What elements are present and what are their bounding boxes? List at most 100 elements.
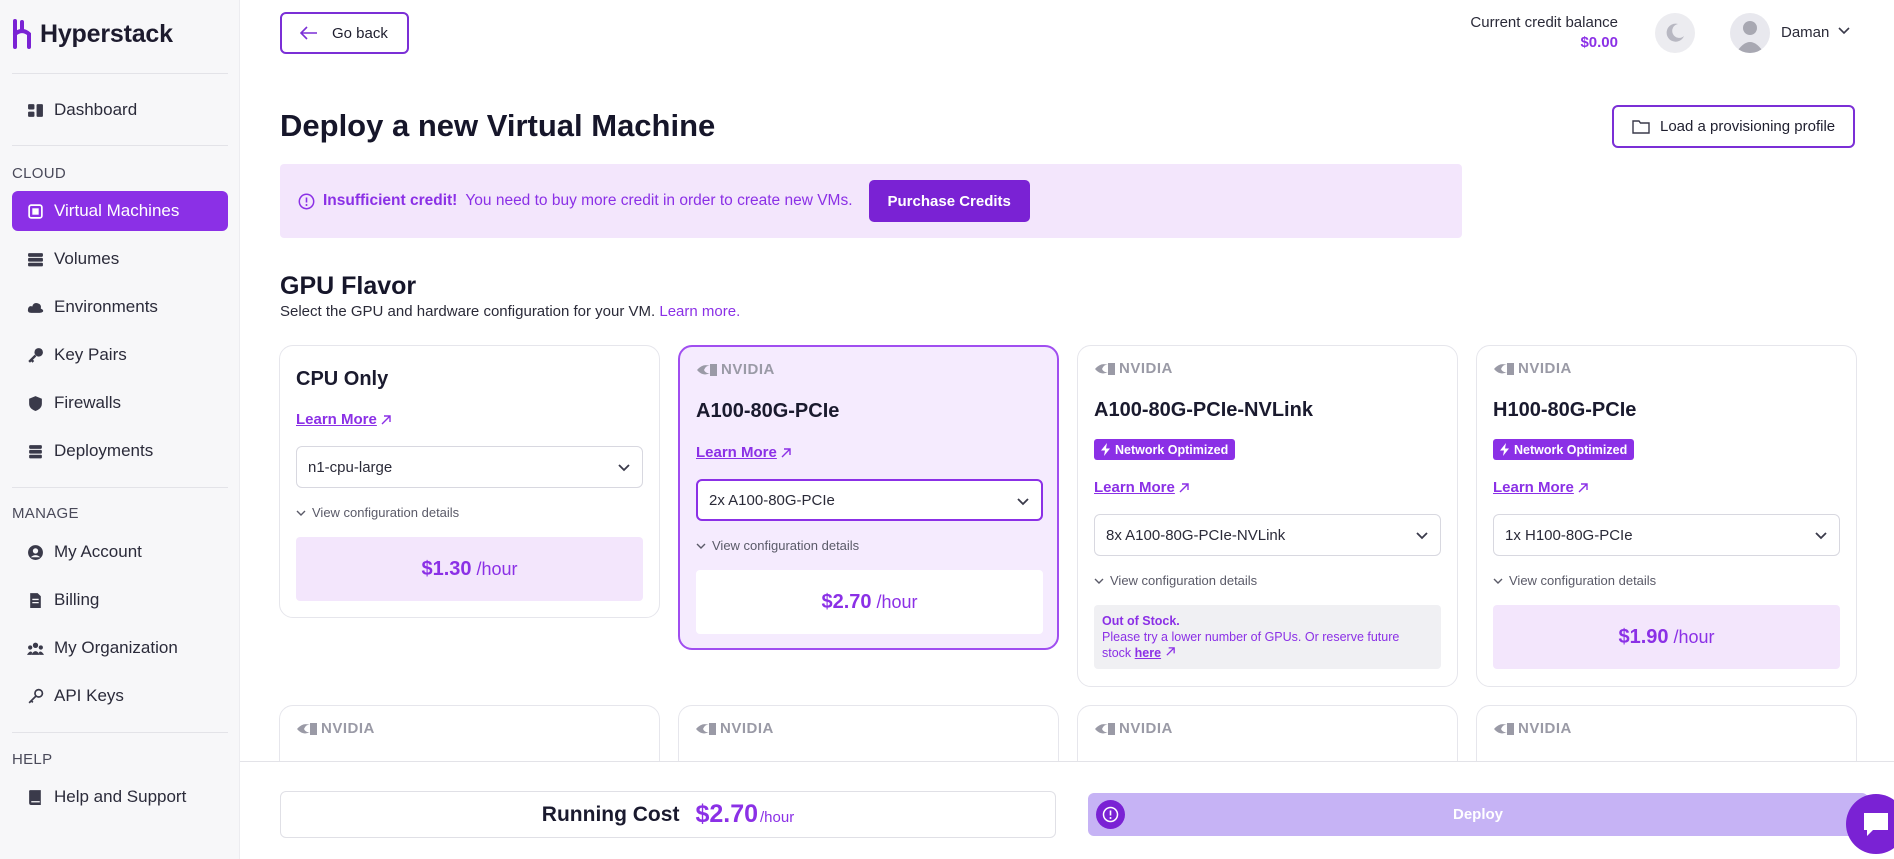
gpu-flavor-subtitle-text: Select the GPU and hardware configuratio… (280, 303, 656, 320)
alert-title: Insufficient credit! (323, 192, 458, 209)
purchase-credits-button[interactable]: Purchase Credits (868, 180, 1030, 222)
sidebar-item-dashboard[interactable]: Dashboard (12, 90, 228, 130)
price-box: $1.90 /hour (1493, 605, 1840, 669)
running-cost: Running Cost $2.70 /hour (280, 791, 1056, 838)
nvidia-eye-icon (1095, 362, 1115, 375)
view-configuration-details-toggle[interactable]: View configuration details (1094, 573, 1257, 588)
cloud-icon (26, 298, 44, 316)
sidebar-item-environments[interactable]: Environments (12, 287, 228, 327)
flavor-select-value: 2x A100-80G-PCIe (709, 491, 835, 509)
nvidia-logo: NVIDIA (1094, 360, 1173, 377)
sidebar-section-title: CLOUD (12, 165, 67, 182)
nvidia-eye-icon (696, 722, 716, 735)
view-configuration-details-label: View configuration details (1110, 573, 1258, 588)
sidebar-item-firewalls[interactable]: Firewalls (12, 383, 228, 423)
chevron-down-icon (296, 510, 306, 516)
sidebar-item-api-keys[interactable]: API Keys (12, 676, 228, 716)
sidebar-item-label: Environments (54, 297, 158, 316)
reserve-stock-link[interactable]: here (1135, 646, 1161, 660)
price-value: $1.30 (421, 557, 472, 580)
sidebar-item-my-organization[interactable]: My Organization (12, 628, 228, 668)
sidebar-item-label: API Keys (54, 686, 124, 705)
flavor-title: CPU Only (296, 368, 389, 390)
flavor-title: A100-80G-PCIe-NVLink (1094, 399, 1313, 421)
flavor-card-h100-80g-pcie[interactable]: NVIDIA H100-80G-PCIe Network Optimized L… (1476, 345, 1857, 687)
deploy-button[interactable]: Deploy (1088, 793, 1868, 836)
external-link-icon (1179, 482, 1189, 492)
vendor-name: NVIDIA (1119, 720, 1173, 737)
dashboard-icon (26, 101, 44, 119)
nvidia-logo: NVIDIA (296, 720, 375, 737)
user-avatar-icon (1736, 21, 1764, 53)
team-icon (26, 639, 44, 657)
view-configuration-details-toggle[interactable]: View configuration details (296, 505, 459, 520)
out-of-stock-message-cont: stock (1102, 646, 1132, 660)
folder-icon (1632, 120, 1650, 134)
running-cost-label: Running Cost (541, 802, 680, 826)
load-provisioning-profile-label: Load a provisioning profile (1660, 118, 1836, 135)
shield-icon (26, 394, 44, 412)
learn-more-link[interactable]: Learn More (696, 444, 792, 461)
brand-logo[interactable]: Hyperstack (12, 17, 173, 51)
price-box: $2.70 /hour (696, 570, 1043, 634)
avatar[interactable] (1730, 13, 1770, 53)
learn-more-link[interactable]: Learn More (296, 411, 392, 428)
book-icon (26, 788, 44, 806)
alert-circle-icon (1096, 800, 1125, 829)
sidebar-item-my-account[interactable]: My Account (12, 532, 228, 572)
lightning-icon (1500, 443, 1509, 456)
learn-more-link[interactable]: Learn More (1493, 479, 1589, 496)
flavor-select[interactable]: 2x A100-80G-PCIe (696, 479, 1043, 521)
flavor-select-value: 1x H100-80G-PCIe (1505, 526, 1633, 544)
sidebar-item-virtual-machines[interactable]: Virtual Machines (12, 191, 228, 231)
sidebar-divider (12, 487, 228, 488)
sidebar-item-key-pairs[interactable]: Key Pairs (12, 335, 228, 375)
flavor-select[interactable]: n1-cpu-large (296, 446, 643, 488)
insufficient-credit-alert: Insufficient credit! You need to buy mor… (280, 164, 1462, 238)
credit-balance-label: Current credit balance (1470, 14, 1618, 31)
flavor-select[interactable]: 1x H100-80G-PCIe (1493, 514, 1840, 556)
page-title: Deploy a new Virtual Machine (280, 108, 716, 143)
sidebar-item-volumes[interactable]: Volumes (12, 239, 228, 279)
nvidia-logo: NVIDIA (695, 720, 774, 737)
sidebar-section-title: MANAGE (12, 505, 79, 522)
price-box: $1.30 /hour (296, 537, 643, 601)
running-cost-value: $2.70 (695, 800, 758, 828)
flavor-select-value: 8x A100-80G-PCIe-NVLink (1106, 526, 1286, 544)
flavor-card-a100-80g-pcie-nvlink[interactable]: NVIDIA A100-80G-PCIe-NVLink Network Opti… (1077, 345, 1458, 687)
sidebar-item-deployments[interactable]: Deployments (12, 431, 228, 471)
gpu-flavor-learn-more-link[interactable]: Learn more. (659, 303, 740, 320)
flavor-card-a100-80g-pcie[interactable]: NVIDIA A100-80G-PCIe Learn More 2x A100-… (678, 345, 1059, 650)
nvidia-eye-icon (697, 363, 717, 376)
theme-toggle-button[interactable] (1655, 13, 1695, 53)
layers-icon (26, 442, 44, 460)
view-configuration-details-toggle[interactable]: View configuration details (1493, 573, 1656, 588)
sidebar-item-help-and-support[interactable]: Help and Support (12, 777, 228, 817)
learn-more-label: Learn More (1094, 479, 1175, 496)
view-configuration-details-toggle[interactable]: View configuration details (696, 538, 859, 553)
deploy-label: Deploy (1452, 806, 1503, 823)
flavor-select[interactable]: 8x A100-80G-PCIe-NVLink (1094, 514, 1441, 556)
go-back-button[interactable]: Go back (280, 12, 409, 54)
sidebar-item-label: Deployments (54, 441, 154, 460)
moon-icon (1666, 23, 1684, 42)
learn-more-label: Learn More (296, 411, 377, 428)
chevron-down-icon[interactable] (1838, 27, 1850, 35)
nvidia-logo: NVIDIA (696, 361, 775, 378)
running-cost-unit: /hour (760, 809, 795, 826)
flavor-title: A100-80G-PCIe (696, 400, 840, 422)
nvidia-eye-icon (1494, 362, 1514, 375)
user-name[interactable]: Daman (1781, 24, 1829, 41)
flavor-card-cpu-only[interactable]: CPU Only Learn More n1-cpu-large View co… (279, 345, 660, 618)
learn-more-label: Learn More (1493, 479, 1574, 496)
view-configuration-details-label: View configuration details (712, 538, 860, 553)
sidebar-section-title: HELP (12, 751, 53, 768)
sidebar-item-billing[interactable]: Billing (12, 580, 228, 620)
go-back-label: Go back (332, 24, 388, 42)
sidebar: Hyperstack Dashboard CLOUD Virtual Machi… (0, 0, 240, 859)
brand-name: Hyperstack (40, 19, 173, 48)
learn-more-link[interactable]: Learn More (1094, 479, 1190, 496)
sidebar-item-label: Volumes (54, 249, 120, 268)
load-provisioning-profile-button[interactable]: Load a provisioning profile (1612, 105, 1855, 148)
key-icon (26, 346, 44, 364)
